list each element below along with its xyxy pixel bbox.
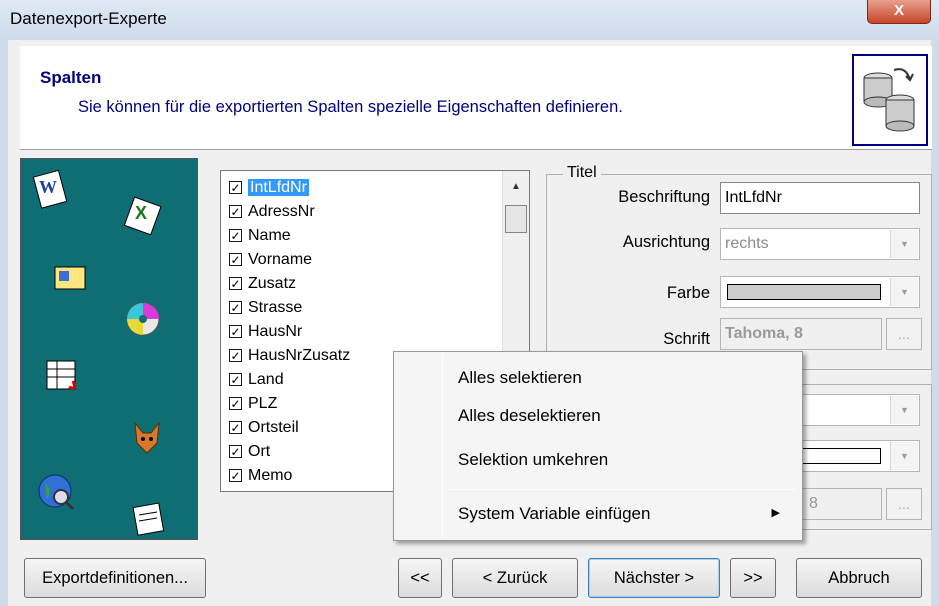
checkbox[interactable]: ✓ [229,204,242,218]
beschriftung-label: Beschriftung [618,188,710,206]
cancel-button[interactable]: Abbruch [796,558,922,598]
checkbox[interactable]: ✓ [229,420,242,434]
list-item-label: Strasse [248,299,303,316]
checkbox[interactable]: ✓ [229,444,242,458]
checkbox[interactable]: ✓ [229,252,242,266]
menu-item-deselect-all[interactable]: Alles deselektieren [458,406,601,426]
farbe-label: Farbe [666,284,710,302]
beschriftung-input[interactable]: IntLfdNr [720,182,920,214]
list-item-label: Ortsteil [248,419,299,436]
menu-separator [448,489,796,490]
title-bar: Datenexport-Experte X [0,0,939,40]
fox-icon [127,417,167,457]
list-item-label: Zusatz [248,275,297,292]
submenu-arrow-icon: ▶ [771,507,780,519]
list-item-label: HausNrZusatz [248,347,351,364]
farbe-select[interactable]: ▼ [720,276,920,308]
key-card-icon [51,259,91,299]
checkbox[interactable]: ✓ [229,180,242,194]
menu-item-insert-system-variable[interactable]: System Variable einfügen [458,504,650,524]
scroll-thumb[interactable] [505,205,527,233]
list-item-label: IntLfdNr [248,179,309,196]
checkbox[interactable]: ✓ [229,276,242,290]
notepad-icon [129,497,169,537]
chevron-down-icon[interactable]: ▼ [890,278,918,306]
second-schrift-choose-button[interactable]: ... [886,488,922,520]
checkbox[interactable]: ✓ [229,300,242,314]
list-item[interactable]: ✓ Vorname [229,249,509,271]
list-item[interactable]: ✓ IntLfdNr [229,177,509,199]
database-icon [852,54,928,146]
list-item-label: AdressNr [248,203,315,220]
checkbox[interactable]: ✓ [229,348,242,362]
schrift-label: Schrift [663,330,710,348]
svg-text:W: W [39,177,57,197]
first-page-button[interactable]: << [398,558,442,598]
list-item[interactable]: ✓ Name [229,225,509,247]
ausrichtung-value: rechts [725,235,769,252]
table-grid-icon [43,357,83,397]
context-menu: Alles selektieren Alles deselektieren Se… [393,351,803,541]
excel-document-icon: X [123,195,163,236]
list-item-label: Ort [248,443,271,460]
group-legend: Titel [563,164,601,182]
wizard-header: Spalten Sie können für die exportierten … [20,46,932,150]
list-item[interactable]: ✓ Zusatz [229,273,509,295]
schrift-choose-button[interactable]: ... [886,318,922,350]
checkbox[interactable]: ✓ [229,228,242,242]
chevron-down-icon[interactable]: ▼ [890,230,918,258]
menu-item-invert-selection[interactable]: Selektion umkehren [458,450,608,470]
list-item-label: Name [248,227,291,244]
back-button[interactable]: < Zurück [452,558,578,598]
page-subtitle: Sie können für die exportierten Spalten … [78,98,623,116]
list-item-label: Land [248,371,284,388]
window-title: Datenexport-Experte [10,9,167,28]
second-schrift-value: 8 [809,495,818,512]
chevron-down-icon[interactable]: ▼ [890,396,918,424]
next-button[interactable]: Nächster > [588,558,720,598]
checkbox[interactable]: ✓ [229,324,242,338]
page-title: Spalten [40,68,102,87]
color-swatch [727,284,881,300]
svg-text:X: X [135,203,147,223]
menu-item-select-all[interactable]: Alles selektieren [458,368,582,388]
exportdefinitionen-button[interactable]: Exportdefinitionen... [24,558,206,598]
close-icon: X [893,2,904,19]
list-item-label: Memo [248,467,293,484]
checkbox[interactable]: ✓ [229,468,242,482]
chevron-down-icon[interactable]: ▼ [890,442,918,470]
list-item-label: HausNr [248,323,303,340]
list-item[interactable]: ✓ HausNr [229,321,509,343]
close-button[interactable]: X [867,0,931,24]
cd-disc-icon [123,299,163,339]
menu-gutter [442,354,443,538]
word-document-icon: W [31,169,71,209]
scroll-up-arrow-icon[interactable]: ▲ [503,175,529,199]
checkbox[interactable]: ✓ [229,372,242,386]
list-item[interactable]: ✓ Strasse [229,297,509,319]
list-item-label: Vorname [248,251,313,268]
ausrichtung-select[interactable]: rechts ▼ [720,228,920,260]
ausrichtung-label: Ausrichtung [622,233,710,251]
wizard-side-image: W X [20,158,198,540]
list-item-label: PLZ [248,395,278,412]
globe-search-icon [35,471,75,511]
list-item[interactable]: ✓ AdressNr [229,201,509,223]
last-page-button[interactable]: >> [730,558,776,598]
checkbox[interactable]: ✓ [229,396,242,410]
schrift-display: Tahoma, 8 [720,318,882,350]
